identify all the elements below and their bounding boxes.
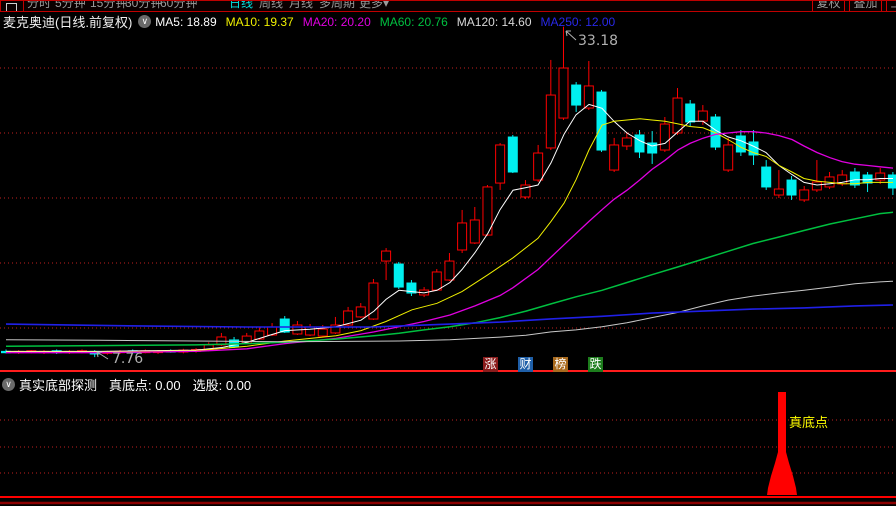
- ma-line-ma10: [6, 118, 893, 353]
- candle: [659, 123, 670, 151]
- candle: [431, 271, 442, 291]
- watermark-badge-跌: 跌: [588, 357, 603, 372]
- candle: [887, 174, 896, 189]
- candle: [495, 144, 506, 184]
- watermark-badge-涨: 涨: [483, 357, 498, 372]
- candle: [305, 326, 316, 336]
- candle: [761, 166, 772, 188]
- indicator-field-xuangu: 选股: 0.00: [192, 378, 252, 393]
- candle: [596, 91, 607, 151]
- candle: [621, 137, 632, 147]
- candle: [672, 97, 683, 134]
- candle: [735, 135, 746, 153]
- candle: [355, 306, 366, 318]
- candle: [811, 181, 822, 191]
- candle: [685, 103, 696, 123]
- candle: [317, 328, 328, 337]
- annotation-arrow: [565, 30, 577, 41]
- candle: [723, 144, 734, 171]
- candle: [545, 94, 556, 149]
- signal-label: 真底点: [789, 415, 828, 430]
- candle: [799, 189, 810, 201]
- candle: [773, 188, 784, 196]
- indicator-panel-header: ∨ 真实底部探测 真底点: 0.00 选股: 0.00: [2, 375, 263, 394]
- trading-app-window: 分时5分钟15分钟30分钟60分钟日线周线月线多周期更多▾ 复权叠加工具 麦克奥…: [0, 0, 896, 506]
- indicator-name: 真实底部探测: [19, 378, 98, 393]
- candle: [393, 263, 404, 288]
- candle: [381, 250, 392, 262]
- price-annotation: 7.76: [112, 351, 143, 367]
- candle: [786, 179, 797, 196]
- chevron-down-icon[interactable]: ∨: [2, 378, 15, 391]
- candle: [533, 152, 544, 181]
- signal-spike: [767, 392, 797, 495]
- ma-line-ma250: [5, 304, 894, 328]
- candle: [571, 84, 582, 106]
- candle: [444, 260, 455, 281]
- candle: [697, 110, 708, 122]
- watermark-badge-财: 财: [518, 357, 533, 372]
- candle: [457, 222, 468, 251]
- candle: [609, 144, 620, 171]
- price-annotation: 33.18: [578, 33, 618, 49]
- indicator-field-zhendidian: 真底点: 0.00: [109, 378, 181, 393]
- candle: [634, 134, 645, 153]
- candle: [507, 136, 518, 173]
- ma-line-ma5: [6, 103, 893, 352]
- candlestick-chart: 33.18 7.76 真底点: [0, 26, 896, 505]
- watermark-badge-榜: 榜: [553, 357, 568, 372]
- candle: [558, 67, 569, 119]
- candle: [469, 219, 480, 244]
- ma-line-ma120: [5, 280, 894, 343]
